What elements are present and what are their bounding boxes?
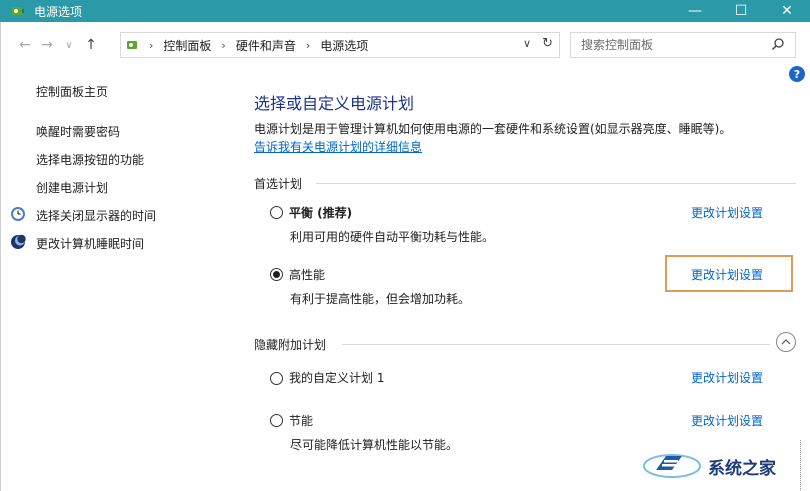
plan-radio-power-saver[interactable] xyxy=(270,414,283,427)
plan-desc-high-performance: 有利于提高性能，但会增加功耗。 xyxy=(290,292,471,306)
collapse-chevron-up-icon[interactable] xyxy=(776,332,796,352)
sidebar-item-create-plan[interactable]: 创建电源计划 xyxy=(36,179,108,196)
change-plan-settings-link[interactable]: 更改计划设置 xyxy=(691,204,763,221)
info-link[interactable]: 告诉我有关电源计划的详细信息 xyxy=(254,138,422,155)
watermark: 系统之家 xyxy=(642,446,808,486)
refresh-icon[interactable]: ↻ xyxy=(542,36,553,51)
preferred-plans-header: 首选计划 xyxy=(254,177,303,191)
breadcrumb-hardware-sound[interactable]: 硬件和声音 xyxy=(236,37,296,54)
sidebar-item-power-button[interactable]: 选择电源按钮的功能 xyxy=(36,151,144,168)
close-button[interactable]: ✕ xyxy=(764,0,810,22)
minimize-button[interactable]: — xyxy=(672,0,718,22)
breadcrumb-separator-icon: › xyxy=(149,38,154,52)
plan-name-power-saver[interactable]: 节能 xyxy=(289,412,313,429)
page-description: 电源计划是用于管理计算机如何使用电源的一套硬件和系统设置(如显示器亮度、睡眠等)… xyxy=(254,122,732,136)
maximize-button[interactable]: ☐ xyxy=(718,0,764,22)
breadcrumb[interactable]: › 控制面板 › 硬件和声音 › 电源选项 ∨ ↻ xyxy=(120,32,560,58)
power-options-icon xyxy=(10,3,26,19)
plan-desc-balanced: 利用可用的硬件自动平衡功耗与性能。 xyxy=(290,230,495,244)
plan-radio-high-performance[interactable] xyxy=(270,268,283,281)
address-bar: ← → ∨ ↑ › 控制面板 › 硬件和声音 › 电源选项 ∨ ↻ xyxy=(0,28,810,62)
help-icon[interactable]: ? xyxy=(789,66,805,82)
sidebar-item-wake-password[interactable]: 唤醒时需要密码 xyxy=(36,123,120,140)
change-plan-settings-link[interactable]: 更改计划设置 xyxy=(691,266,763,283)
watermark-logo-icon xyxy=(642,448,702,485)
plan-radio-custom-1[interactable] xyxy=(270,372,283,385)
moon-icon xyxy=(10,234,26,250)
plan-name-custom-1[interactable]: 我的自定义计划 1 xyxy=(289,369,384,386)
plan-radio-balanced[interactable] xyxy=(270,206,283,219)
sidebar-item-sleep-time[interactable]: 更改计算机睡眠时间 xyxy=(36,235,144,252)
window-title: 电源选项 xyxy=(34,4,83,19)
watermark-text: 系统之家 xyxy=(708,458,776,479)
chevron-down-icon[interactable]: ∨ xyxy=(523,37,531,50)
forward-arrow-icon[interactable]: → xyxy=(36,34,58,56)
up-arrow-icon[interactable]: ↑ xyxy=(80,34,102,56)
search-box[interactable] xyxy=(570,32,796,58)
window-controls: — ☐ ✕ xyxy=(672,0,810,22)
title-bar: 电源选项 — ☐ ✕ xyxy=(0,0,810,22)
monitor-clock-icon xyxy=(10,206,26,222)
plan-name-balanced[interactable]: 平衡 (推荐) xyxy=(289,204,352,221)
section-divider xyxy=(316,183,796,184)
breadcrumb-separator-icon: › xyxy=(221,38,226,52)
plan-desc-power-saver: 尽可能降低计算机性能以节能。 xyxy=(290,438,459,452)
sidebar-home-link[interactable]: 控制面板主页 xyxy=(36,83,108,100)
search-input[interactable] xyxy=(581,38,761,52)
search-icon[interactable] xyxy=(771,37,785,54)
section-divider xyxy=(342,344,770,345)
back-arrow-icon[interactable]: ← xyxy=(14,34,36,56)
plan-name-high-performance[interactable]: 高性能 xyxy=(289,266,325,283)
hidden-plans-header[interactable]: 隐藏附加计划 xyxy=(254,336,326,353)
change-plan-settings-link[interactable]: 更改计划设置 xyxy=(691,369,763,386)
recent-locations-chevron-icon[interactable]: ∨ xyxy=(58,34,80,56)
window-border xyxy=(0,22,1,491)
control-panel-icon xyxy=(125,37,141,53)
breadcrumb-power-options[interactable]: 电源选项 xyxy=(320,37,368,54)
breadcrumb-separator-icon: › xyxy=(305,38,311,52)
page-title: 选择或自定义电源计划 xyxy=(254,94,415,113)
sidebar-item-display-off[interactable]: 选择关闭显示器的时间 xyxy=(36,207,156,224)
breadcrumb-control-panel[interactable]: 控制面板 xyxy=(163,37,211,54)
change-plan-settings-link[interactable]: 更改计划设置 xyxy=(691,412,763,429)
